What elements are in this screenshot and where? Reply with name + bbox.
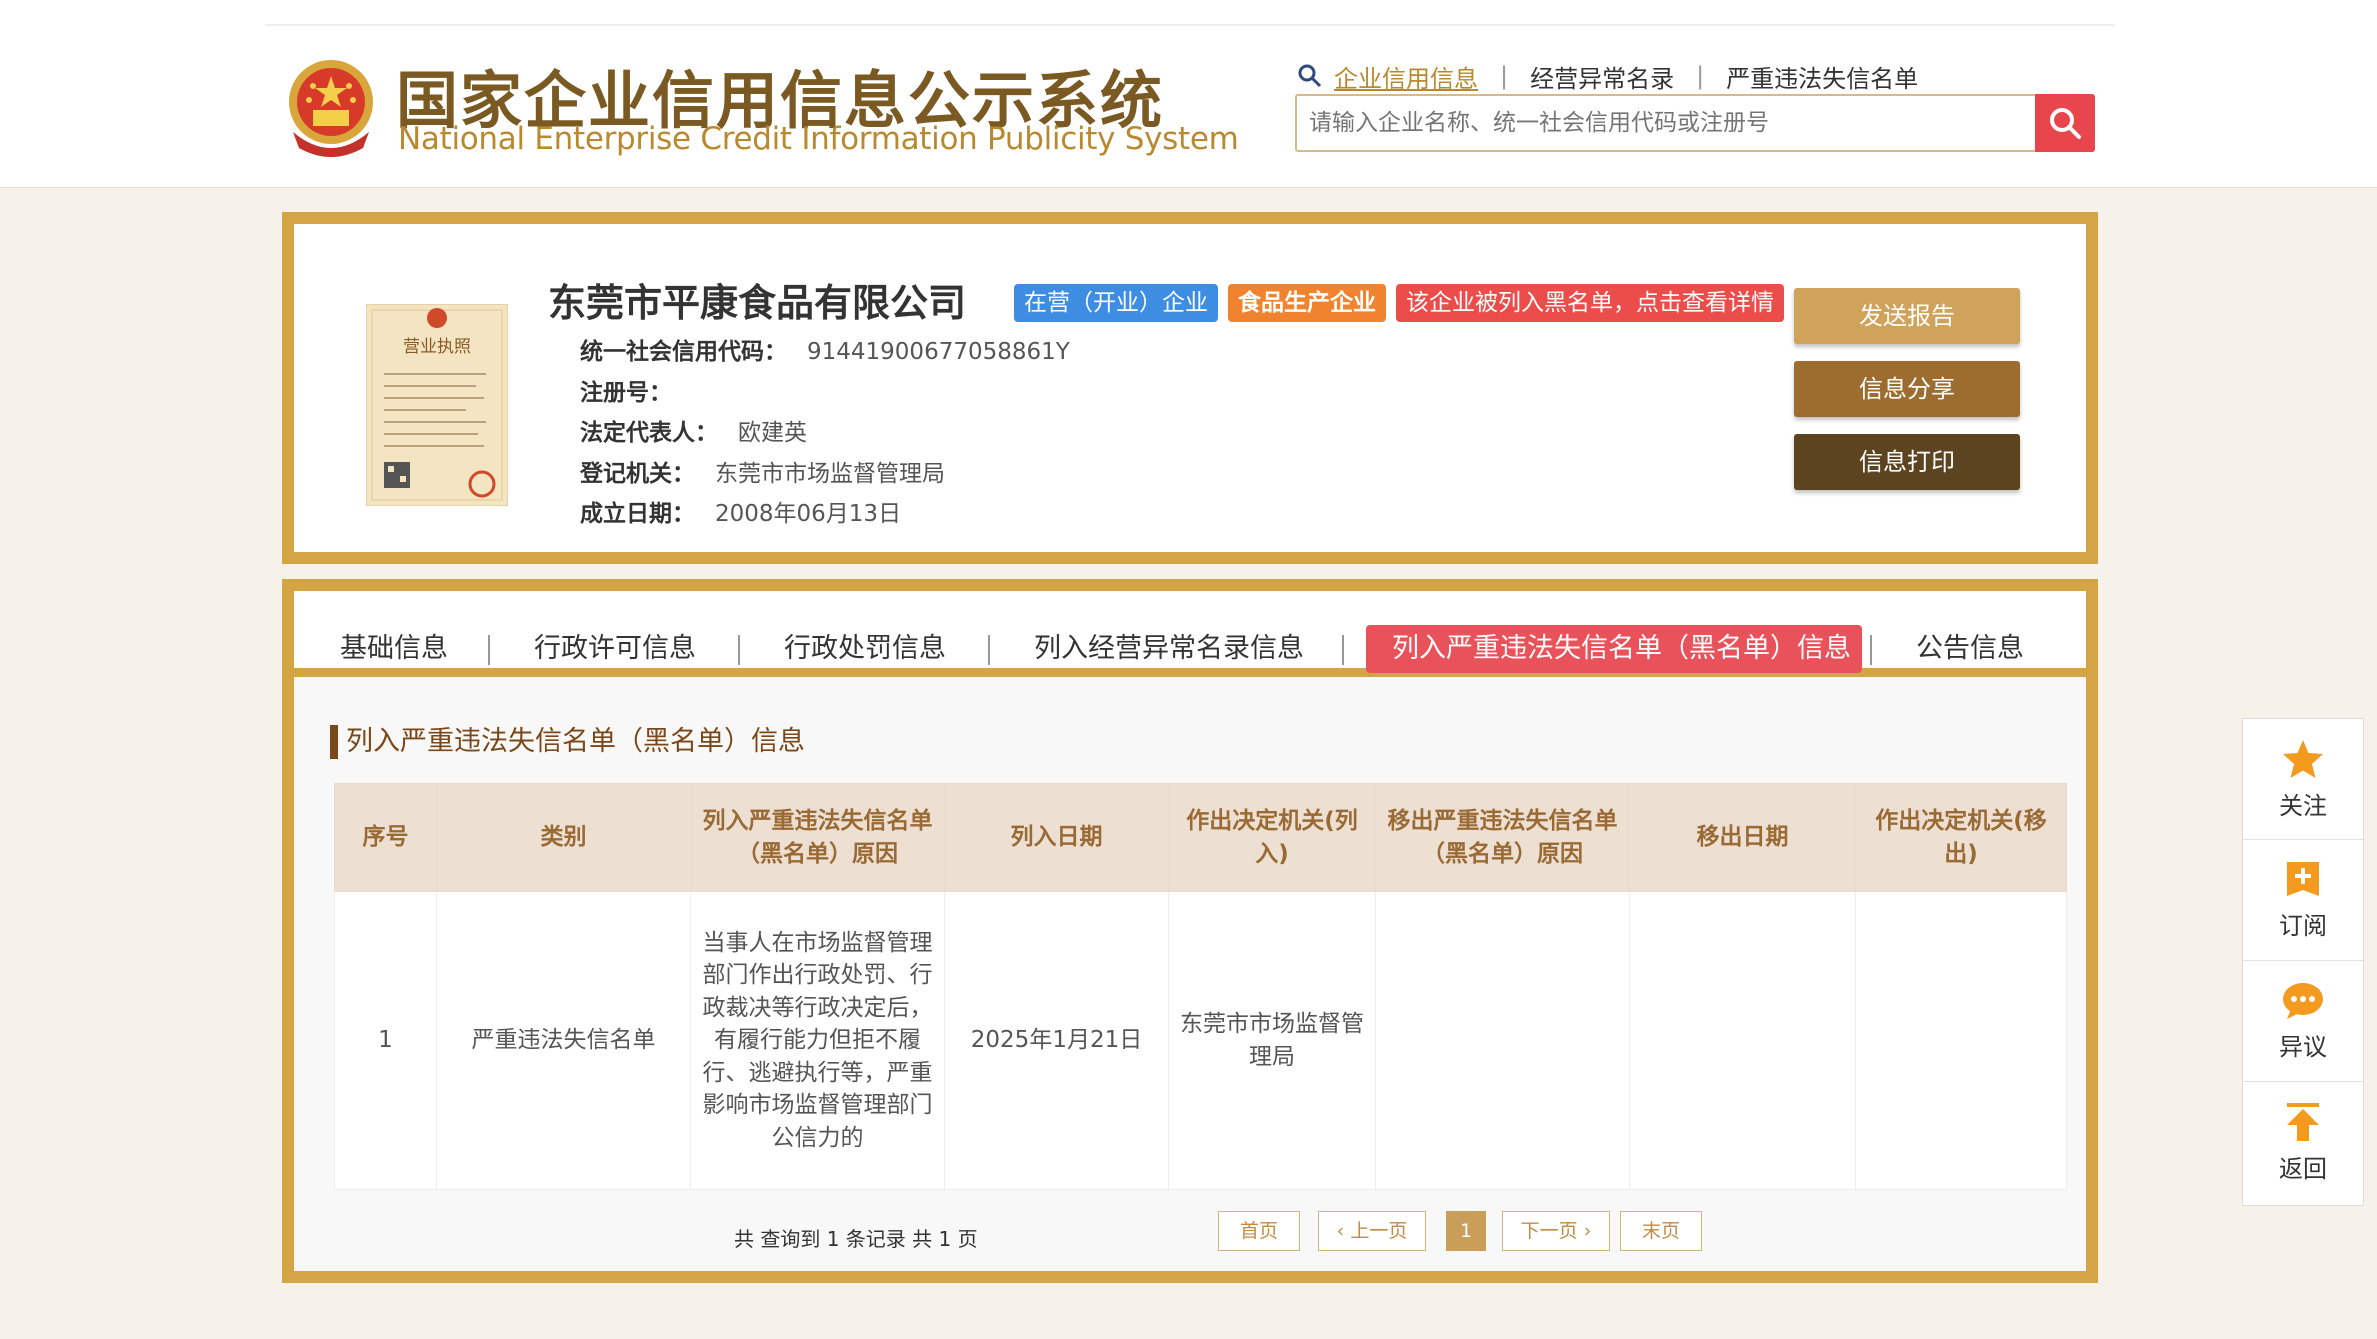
prev-page-label: 上一页 — [1350, 1220, 1408, 1242]
tab-separator — [1870, 635, 1872, 665]
header-divider — [265, 24, 2115, 26]
industry-badge: 食品生产企业 — [1228, 284, 1386, 322]
back-top-icon — [2287, 1103, 2319, 1141]
header-nav: 企业信用信息 | 经营异常名录 | 严重违法失信名单 — [1296, 58, 1918, 94]
company-panel: 营业执照 东莞市平康食品有限公司 在营（开业）企业 食品生产企业 该企业被列入黑… — [282, 212, 2098, 564]
detail-panel: 基础信息 行政许可信息 行政处罚信息 列入经营异常名录信息 列入严重违法失信名单… — [282, 579, 2098, 1283]
info-label: 注册号： — [580, 379, 672, 406]
follow-label: 关注 — [2279, 791, 2327, 820]
last-page-button[interactable]: 末页 — [1620, 1211, 1702, 1251]
prev-page-button[interactable]: ‹ 上一页 — [1318, 1211, 1426, 1251]
tab-admin-license[interactable]: 行政许可信息 — [534, 625, 696, 673]
tab-announcements[interactable]: 公告信息 — [1910, 625, 2030, 673]
info-label: 法定代表人： — [580, 420, 718, 446]
table-cell — [1629, 891, 1856, 1190]
col-header-index: 序号 — [334, 783, 437, 892]
search-input[interactable] — [1297, 96, 2027, 150]
site-header: 国家企业信用信息公示系统 National Enterprise Credit … — [0, 0, 2377, 188]
info-value: 91441900677058861Y — [807, 339, 1070, 365]
table-header-row: 序号 类别 列入严重违法失信名单（黑名单）原因 列入日期 作出决定机关(列入) … — [334, 783, 2067, 892]
floating-sidebar: 关注 订阅 异议 返回 — [2242, 718, 2364, 1206]
info-row-legal-rep: 法定代表人： 欧建英 — [580, 413, 1070, 454]
back-label: 返回 — [2279, 1155, 2327, 1183]
info-row-authority: 登记机关： 东莞市市场监督管理局 — [580, 454, 1070, 495]
tab-basic-info[interactable]: 基础信息 — [334, 625, 454, 673]
tab-separator — [988, 635, 990, 665]
search-box — [1295, 94, 2095, 152]
table-cell: 当事人在市场监督管理部门作出行政处罚、行政裁决等行政决定后，有履行能力但拒不履行… — [690, 891, 945, 1190]
license-title: 营业执照 — [403, 337, 471, 357]
blacklist-warning-link[interactable]: 该企业被列入黑名单，点击查看详情 — [1396, 284, 1784, 322]
back-to-top-button[interactable]: 返回 — [2243, 1082, 2363, 1203]
comment-icon — [2283, 982, 2323, 1019]
chevron-left-icon: ‹ — [1336, 1220, 1351, 1242]
tab-bar: 基础信息 行政许可信息 行政处罚信息 列入经营异常名录信息 列入严重违法失信名单… — [294, 591, 2086, 677]
table-cell — [1855, 891, 2067, 1190]
tab-abnormal-list[interactable]: 列入经营异常名录信息 — [1034, 625, 1304, 673]
company-tags: 在营（开业）企业 食品生产企业 该企业被列入黑名单，点击查看详情 — [1014, 284, 1784, 322]
search-icon — [2050, 108, 2081, 139]
info-label: 成立日期： — [580, 501, 695, 527]
nav-abnormal-list[interactable]: 经营异常名录 — [1530, 59, 1674, 94]
site-subtitle: National Enterprise Credit Information P… — [398, 121, 1239, 157]
info-value: 2008年06月13日 — [715, 501, 902, 527]
tab-separator — [738, 635, 740, 665]
tab-separator — [488, 635, 490, 665]
info-row-reg-number: 注册号： — [580, 373, 1070, 414]
company-name: 东莞市平康食品有限公司 — [548, 281, 967, 325]
nav-credit-info[interactable]: 企业信用信息 — [1334, 59, 1478, 94]
info-row-credit-code: 统一社会信用代码： 91441900677058861Y — [580, 332, 1070, 373]
tab-admin-penalty[interactable]: 行政处罚信息 — [784, 625, 946, 673]
col-header-remove-reason: 移出严重违法失信名单（黑名单）原因 — [1375, 783, 1630, 892]
status-badge: 在营（开业）企业 — [1014, 284, 1218, 322]
search-button[interactable] — [2035, 94, 2095, 152]
objection-label: 异议 — [2279, 1032, 2327, 1061]
chevron-right-icon: › — [1577, 1220, 1592, 1242]
col-header-list-reason: 列入严重违法失信名单（黑名单）原因 — [690, 783, 945, 892]
col-header-list-date: 列入日期 — [944, 783, 1169, 892]
col-header-list-authority: 作出决定机关(列入) — [1168, 783, 1376, 892]
table-cell: 严重违法失信名单 — [436, 891, 691, 1190]
next-page-label: 下一页 — [1520, 1220, 1578, 1242]
subscribe-label: 订阅 — [2279, 911, 2327, 940]
star-icon — [2283, 739, 2323, 778]
table-cell: 2025年1月21日 — [944, 891, 1169, 1190]
nav-blacklist[interactable]: 严重违法失信名单 — [1726, 59, 1918, 94]
business-license-image[interactable]: 营业执照 — [366, 304, 508, 506]
info-label: 统一社会信用代码： — [580, 339, 787, 365]
follow-button[interactable]: 关注 — [2243, 719, 2363, 840]
pagination-summary: 共 查询到 1 条记录 共 1 页 — [734, 1227, 978, 1251]
info-row-founded: 成立日期： 2008年06月13日 — [580, 494, 1070, 535]
tab-separator — [1342, 635, 1344, 665]
send-report-button[interactable]: 发送报告 — [1794, 288, 2020, 344]
first-page-button[interactable]: 首页 — [1218, 1211, 1300, 1251]
objection-button[interactable]: 异议 — [2243, 961, 2363, 1082]
col-header-remove-authority: 作出决定机关(移出) — [1855, 783, 2067, 892]
table-cell — [1375, 891, 1630, 1190]
tab-blacklist[interactable]: 列入严重违法失信名单（黑名单）信息 — [1366, 625, 1862, 673]
info-label: 登记机关： — [580, 460, 695, 487]
nav-separator: | — [1696, 62, 1705, 90]
next-page-button[interactable]: 下一页 › — [1502, 1211, 1610, 1251]
info-value: 欧建英 — [738, 420, 807, 446]
subscribe-button[interactable]: 订阅 — [2243, 840, 2363, 961]
table-cell: 1 — [334, 891, 437, 1190]
company-info-list: 统一社会信用代码： 91441900677058861Y 注册号： 法定代表人：… — [580, 332, 1070, 535]
col-header-category: 类别 — [436, 783, 691, 892]
subscribe-icon — [2287, 861, 2319, 896]
col-header-remove-date: 移出日期 — [1629, 783, 1856, 892]
share-button[interactable]: 信息分享 — [1794, 361, 2020, 417]
table-row: 1 严重违法失信名单 当事人在市场监督管理部门作出行政处罚、行政裁决等行政决定后… — [334, 891, 2067, 1190]
section-title: 列入严重违法失信名单（黑名单）信息 — [330, 725, 805, 759]
print-button[interactable]: 信息打印 — [1794, 434, 2020, 490]
search-icon — [1298, 64, 1322, 88]
nav-separator: | — [1500, 62, 1509, 90]
current-page-button[interactable]: 1 — [1446, 1211, 1486, 1251]
info-value: 东莞市市场监督管理局 — [715, 460, 945, 487]
blacklist-table: 序号 类别 列入严重违法失信名单（黑名单）原因 列入日期 作出决定机关(列入) … — [334, 783, 2067, 1190]
table-cell: 东莞市市场监督管理局 — [1168, 891, 1376, 1190]
national-emblem-icon — [289, 60, 373, 157]
